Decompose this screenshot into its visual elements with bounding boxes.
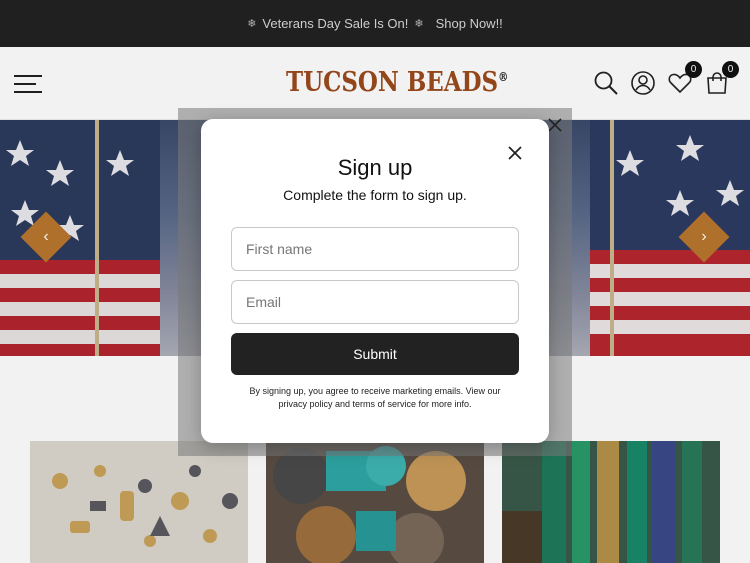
submit-button[interactable]: Submit [231, 333, 519, 375]
first-name-field[interactable] [231, 227, 519, 271]
email-field[interactable] [231, 280, 519, 324]
modal-title: Sign up [337, 155, 413, 180]
signup-modal: Sign up Complete the form to sign up. Su… [201, 119, 549, 443]
modal-subtitle: Complete the form to sign up. [283, 187, 467, 203]
legal-notice: By signing up, you agree to receive mark… [249, 386, 501, 409]
page: ❄ Veterans Day Sale Is On! ❄ Shop Now!! … [0, 0, 750, 563]
